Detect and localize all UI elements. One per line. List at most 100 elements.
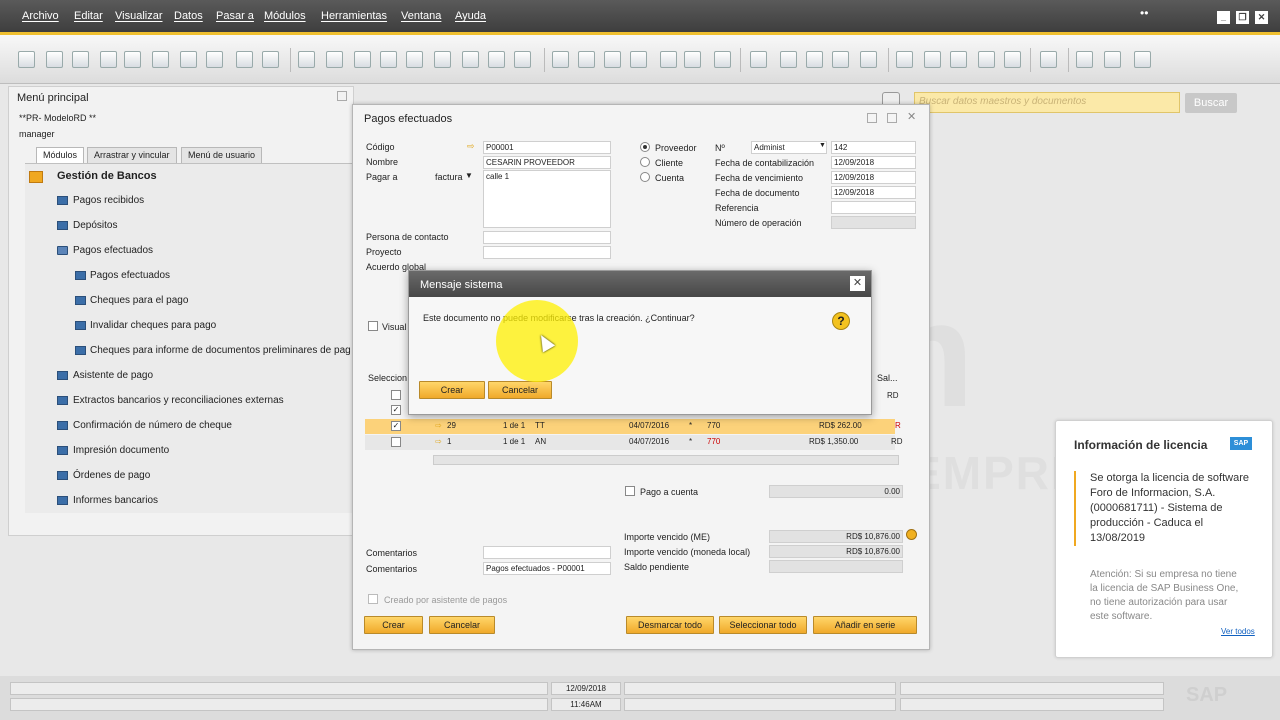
menu-editar[interactable]: Editar — [74, 10, 103, 22]
tree-item-pagos-efectuados[interactable]: Pagos efectuados — [73, 245, 153, 256]
tree-item-impresion[interactable]: Impresión documento — [73, 445, 169, 456]
pago-cuenta-checkbox[interactable] — [625, 486, 635, 496]
toolbar-button-icon[interactable] — [604, 51, 621, 68]
toolbar-button-icon[interactable] — [684, 51, 701, 68]
menu-modulos[interactable]: Módulos — [264, 10, 306, 22]
fecha-vencimiento-field[interactable]: 12/09/2018 — [831, 171, 916, 184]
direccion-field[interactable]: calle 1 — [483, 170, 611, 228]
restore-icon[interactable]: ❐ — [1236, 11, 1249, 24]
nombre-field[interactable]: CESARIN PROVEEDOR — [483, 156, 611, 169]
close-icon[interactable]: ✕ — [1255, 11, 1268, 24]
toolbar-button-icon[interactable] — [236, 51, 253, 68]
toolbar-button-icon[interactable] — [462, 51, 479, 68]
window-close-icon[interactable]: ✕ — [907, 110, 916, 123]
horizontal-scrollbar[interactable] — [433, 455, 899, 465]
toolbar-button-icon[interactable] — [124, 51, 141, 68]
tab-arrastrar[interactable]: Arrastrar y vincular — [87, 147, 177, 163]
toolbar-button-icon[interactable] — [72, 51, 89, 68]
toolbar-button-icon[interactable] — [1134, 51, 1151, 68]
toolbar-button-icon[interactable] — [434, 51, 451, 68]
dropdown-arrow-icon[interactable]: ▼ — [465, 171, 473, 180]
toolbar-button-icon[interactable] — [514, 51, 531, 68]
row-checkbox[interactable]: ✓ — [391, 405, 401, 415]
global-search-input[interactable]: Buscar datos maestros y documentos — [914, 92, 1180, 113]
fecha-contabilizacion-field[interactable]: 12/09/2018 — [831, 156, 916, 169]
toolbar-button-icon[interactable] — [1040, 51, 1057, 68]
toolbar-button-icon[interactable] — [262, 51, 279, 68]
toolbar-button-icon[interactable] — [488, 51, 505, 68]
menu-datos[interactable]: Datos — [174, 10, 203, 22]
toolbar-button-icon[interactable] — [206, 51, 223, 68]
tree-item-ordenes-pago[interactable]: Órdenes de pago — [73, 470, 150, 481]
numero-field[interactable]: 142 — [831, 141, 916, 154]
window-minimize-icon[interactable] — [867, 113, 877, 123]
codigo-field[interactable]: P00001 — [483, 141, 611, 154]
tree-item-confirmacion-cheque[interactable]: Confirmación de número de cheque — [73, 420, 232, 431]
dropdown-arrow-icon[interactable]: ▼ — [819, 142, 826, 149]
referencia-field[interactable] — [831, 201, 916, 214]
menu-herramientas[interactable]: Herramientas — [321, 10, 387, 22]
crear-button[interactable]: Crear — [364, 616, 423, 634]
toolbar-button-icon[interactable] — [896, 51, 913, 68]
tree-subitem-cheques-pago[interactable]: Cheques para el pago — [90, 295, 188, 306]
proyecto-field[interactable] — [483, 246, 611, 259]
toolbar-button-icon[interactable] — [950, 51, 967, 68]
tab-modulos[interactable]: Módulos — [36, 147, 85, 163]
toolbar-button-icon[interactable] — [630, 51, 647, 68]
toolbar-button-icon[interactable] — [380, 51, 397, 68]
toolbar-button-icon[interactable] — [298, 51, 315, 68]
table-row[interactable]: ✓ ⇨ 29 1 de 1 TT 04/07/2016 * 770 RD$ 26… — [365, 419, 901, 434]
link-arrow-icon[interactable]: ⇨ — [467, 141, 475, 152]
toolbar-button-icon[interactable] — [660, 51, 677, 68]
toolbar-button-icon[interactable] — [780, 51, 797, 68]
search-button[interactable]: Buscar — [1185, 93, 1237, 113]
toolbar-button-icon[interactable] — [152, 51, 169, 68]
toolbar-button-icon[interactable] — [714, 51, 731, 68]
tree-subitem-cheques-informe[interactable]: Cheques para informe de documentos preli… — [90, 345, 351, 356]
table-row[interactable]: ⇨ 1 1 de 1 AN 04/07/2016 * 770 RD$ 1,350… — [365, 435, 903, 450]
toolbar-button-icon[interactable] — [860, 51, 877, 68]
toolbar-button-icon[interactable] — [924, 51, 941, 68]
toolbar-button-icon[interactable] — [406, 51, 423, 68]
menu-ayuda[interactable]: Ayuda — [455, 10, 486, 22]
toolbar-button-icon[interactable] — [1104, 51, 1121, 68]
tab-menu-usuario[interactable]: Menú de usuario — [181, 147, 263, 163]
tree-subitem-pagos-efectuados[interactable]: Pagos efectuados — [90, 270, 170, 281]
toolbar-button-icon[interactable] — [354, 51, 371, 68]
tree-subitem-invalidar-cheques[interactable]: Invalidar cheques para pago — [90, 320, 216, 331]
tree-item-asistente-pago[interactable]: Asistente de pago — [73, 370, 153, 381]
menu-archivo[interactable]: Archivo — [22, 10, 59, 22]
desmarcar-todo-button[interactable]: Desmarcar todo — [626, 616, 714, 634]
comentarios-diario-field[interactable]: Pagos efectuados - P00001 — [483, 562, 611, 575]
coins-icon[interactable] — [906, 529, 917, 540]
toolbar-button-icon[interactable] — [578, 51, 595, 68]
toolbar-button-icon[interactable] — [18, 51, 35, 68]
tree-header-gestion-bancos[interactable]: Gestión de Bancos — [57, 170, 157, 182]
radio-cuenta[interactable] — [640, 172, 650, 182]
row-checkbox[interactable]: ✓ — [391, 421, 401, 431]
toolbar-button-icon[interactable] — [832, 51, 849, 68]
toolbar-button-icon[interactable] — [978, 51, 995, 68]
toolbar-button-icon[interactable] — [326, 51, 343, 68]
visual-checkbox[interactable] — [368, 321, 378, 331]
window-maximize-icon[interactable] — [887, 113, 897, 123]
menu-ventana[interactable]: Ventana — [401, 10, 441, 22]
row-checkbox[interactable] — [391, 437, 401, 447]
tree-item-depositos[interactable]: Depósitos — [73, 220, 117, 231]
panel-minimize-icon[interactable] — [337, 91, 347, 101]
row-checkbox[interactable] — [391, 390, 401, 400]
seleccionar-todo-button[interactable]: Seleccionar todo — [719, 616, 807, 634]
cancelar-button[interactable]: Cancelar — [429, 616, 495, 634]
ver-todos-link[interactable]: Ver todos — [1221, 627, 1255, 636]
toolbar-button-icon[interactable] — [46, 51, 63, 68]
toolbar-button-icon[interactable] — [552, 51, 569, 68]
dialog-close-icon[interactable]: ✕ — [850, 276, 865, 291]
toolbar-button-icon[interactable] — [1076, 51, 1093, 68]
dialog-cancelar-button[interactable]: Cancelar — [488, 381, 552, 399]
radio-cliente[interactable] — [640, 157, 650, 167]
menu-visualizar[interactable]: Visualizar — [115, 10, 163, 22]
radio-proveedor[interactable] — [640, 142, 650, 152]
tree-item-pagos-recibidos[interactable]: Pagos recibidos — [73, 195, 144, 206]
toolbar-button-icon[interactable] — [806, 51, 823, 68]
tree-item-extractos[interactable]: Extractos bancarios y reconciliaciones e… — [73, 395, 284, 406]
